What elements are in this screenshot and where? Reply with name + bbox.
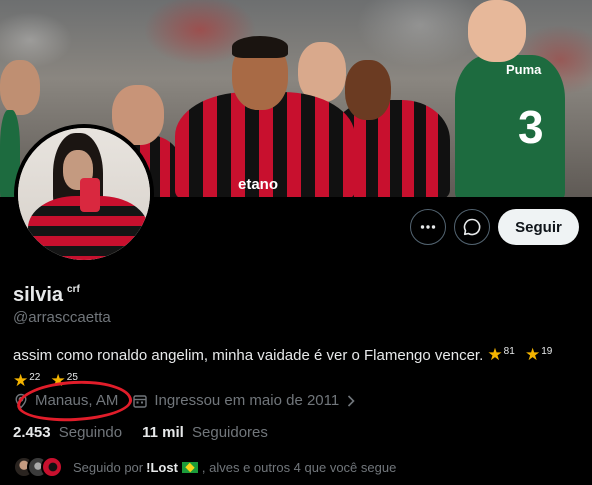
followed-by-suffix: , alves e outros 4 que você segue (201, 459, 397, 475)
banner-green-brand: Puma (506, 62, 542, 77)
banner-player-second-head (345, 60, 391, 120)
banner-player-main-hair (232, 36, 288, 58)
profile-name-row: silvia crf (13, 284, 80, 307)
star-icon: ★ (487, 345, 503, 364)
followed-by-avatars (13, 456, 65, 478)
mini-avatar (41, 456, 63, 478)
profile-handle: @arrasccaetta (13, 309, 111, 326)
joined-item[interactable]: Ingressou em maio de 2011 (132, 392, 359, 409)
following-link[interactable]: 2.453 Seguindo (13, 424, 122, 441)
bio-star-sup: 22 (29, 372, 41, 383)
following-count: 2.453 (13, 424, 51, 441)
follow-button[interactable]: Seguir (498, 209, 579, 245)
brazil-flag-icon (181, 461, 198, 473)
banner-player-bg (0, 60, 40, 115)
bio-star-sup: 81 (503, 346, 515, 357)
bio-text: assim como ronaldo angelim, minha vaidad… (13, 347, 484, 364)
joined-text: Ingressou em maio de 2011 (154, 392, 340, 409)
follow-stats: 2.453 Seguindo 11 mil Seguidores (13, 424, 288, 441)
message-button[interactable] (454, 209, 490, 245)
followed-by-prefix: Seguido por (73, 459, 144, 475)
banner-shirt-text: etano (238, 176, 279, 193)
followed-by[interactable]: Seguido por !Lost , alves e outros 4 que… (13, 456, 396, 478)
profile-name: silvia (13, 284, 64, 306)
followers-link[interactable]: 11 mil Seguidores (142, 424, 268, 441)
profile-name-suffix: crf (67, 284, 80, 295)
followed-by-name: !Lost (146, 459, 178, 475)
avatar-phone (80, 178, 100, 212)
more-icon (420, 225, 436, 229)
more-button[interactable] (410, 209, 446, 245)
message-icon (463, 218, 481, 236)
banner-player-bg (298, 42, 346, 102)
banner-green-number: 3 (518, 101, 544, 153)
avatar[interactable] (14, 124, 154, 264)
followers-count: 11 mil (142, 424, 184, 441)
chevron-right-icon (343, 393, 359, 409)
calendar-icon (132, 393, 148, 409)
star-icon: ★ (13, 371, 29, 390)
following-label: Seguindo (58, 424, 123, 441)
followers-label: Seguidores (192, 424, 268, 441)
star-icon: ★ (524, 345, 541, 364)
banner-player-green-head (468, 0, 526, 62)
bio-star-sup: 19 (541, 346, 553, 357)
